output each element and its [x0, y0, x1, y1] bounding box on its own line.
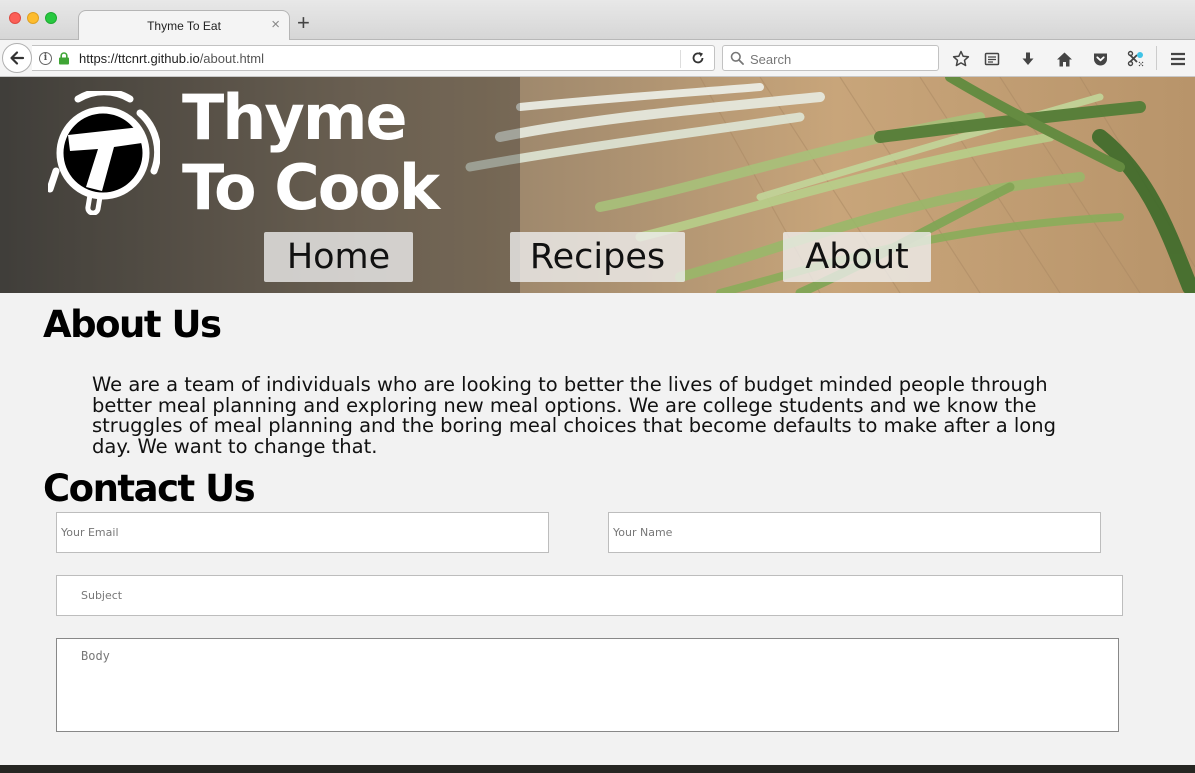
hero-banner: Thyme To Cook Home Recipes About [0, 77, 1195, 293]
new-tab-button[interactable]: + [297, 12, 310, 34]
url-text: https://ttcnrt.github.io/about.html [79, 51, 264, 66]
extension-icon[interactable] [1126, 49, 1146, 69]
nav-recipes-button[interactable]: Recipes [510, 232, 685, 282]
reading-list-icon[interactable] [982, 49, 1002, 69]
about-heading: About Us [43, 303, 222, 346]
url-host: https://ttcnrt.github.io [79, 51, 200, 66]
page-content: Thyme To Cook Home Recipes About About U… [0, 77, 1195, 773]
search-placeholder: Search [750, 52, 792, 67]
nav-home-button[interactable]: Home [264, 232, 413, 282]
body-textarea[interactable] [56, 638, 1119, 732]
thyme-logo-icon [48, 91, 160, 215]
info-icon[interactable]: i [39, 52, 52, 65]
footer-bar [0, 765, 1195, 773]
site-brand[interactable]: Thyme To Cook [182, 81, 440, 224]
search-bar[interactable]: Search [722, 45, 939, 71]
tab-title: Thyme To Eat [147, 19, 221, 33]
address-bar[interactable]: i https://ttcnrt.github.io/about.html [32, 45, 715, 71]
reload-icon[interactable] [690, 50, 706, 66]
contact-heading: Contact Us [43, 467, 256, 510]
url-separator [680, 50, 681, 68]
email-field[interactable] [56, 512, 549, 553]
back-button[interactable] [2, 43, 32, 73]
home-icon[interactable] [1054, 49, 1074, 69]
bookmark-star-icon[interactable] [951, 49, 971, 69]
browser-toolbar: i https://ttcnrt.github.io/about.html Se… [0, 40, 1195, 77]
search-icon [730, 51, 744, 65]
downloads-icon[interactable] [1018, 49, 1038, 69]
toolbar-separator [1156, 46, 1157, 70]
pocket-icon[interactable] [1090, 49, 1110, 69]
hamburger-menu-icon[interactable] [1168, 49, 1188, 69]
brand-line-2: To Cook [182, 151, 440, 224]
back-arrow-icon [10, 51, 25, 65]
subject-field[interactable] [56, 575, 1123, 616]
maximize-window-button[interactable] [45, 12, 57, 24]
minimize-window-button[interactable] [27, 12, 39, 24]
tab-close-icon[interactable]: × [271, 17, 280, 32]
nav-about-button[interactable]: About [783, 232, 931, 282]
close-window-button[interactable] [9, 12, 21, 24]
browser-tab[interactable]: Thyme To Eat × [78, 10, 290, 41]
about-paragraph: We are a team of individuals who are loo… [92, 373, 1056, 458]
lock-icon [59, 52, 69, 65]
brand-line-1: Thyme [182, 81, 408, 154]
browser-titlebar: Thyme To Eat × + [0, 0, 1195, 41]
url-path: /about.html [199, 51, 265, 66]
name-field[interactable] [608, 512, 1101, 553]
